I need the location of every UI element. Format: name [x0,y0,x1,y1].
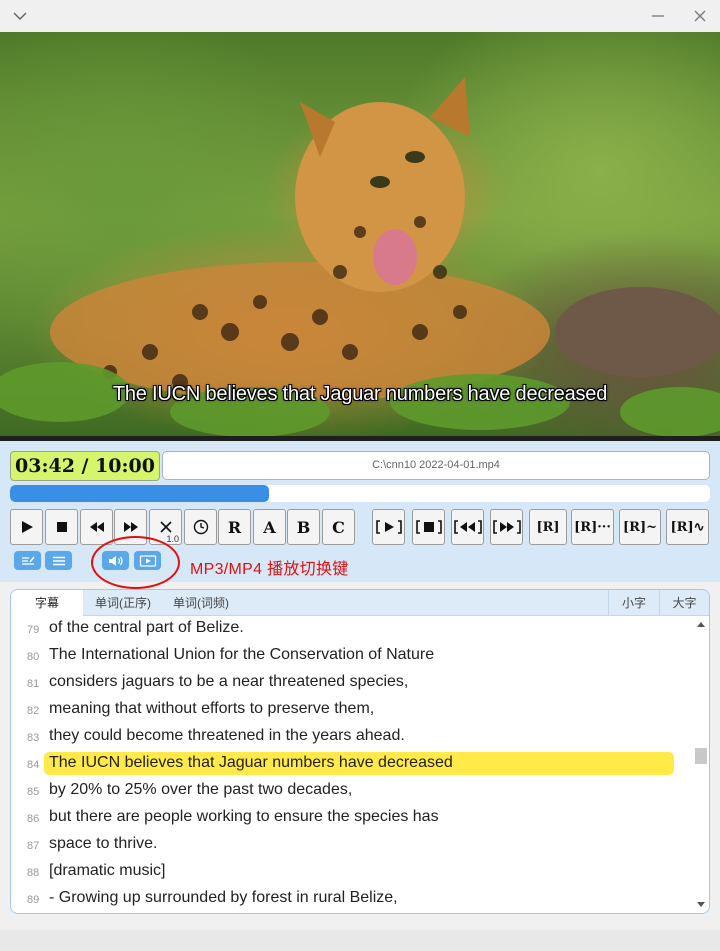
forward-icon [123,522,138,532]
large-font-button[interactable]: 大字 [660,590,709,616]
line-number: 86 [27,813,40,825]
scroll-thumb[interactable] [695,748,707,764]
play-icon [21,521,33,533]
transcript-row[interactable]: 81 considers jaguars to be a near threate… [11,670,693,697]
repeat-stop-button[interactable] [412,509,445,545]
small-font-button[interactable]: 小字 [609,590,659,616]
repeat-forward-button[interactable] [490,509,523,545]
title-bar [0,0,720,32]
transcript-text: - Growing up surrounded by forest in rur… [49,889,398,906]
transcript-row[interactable]: 88 [dramatic music] [11,859,693,886]
bracket-stop-icon [415,520,442,534]
repeat-r-button[interactable]: [R] [529,509,567,545]
clock-icon [193,519,208,535]
rewind-icon [89,522,104,532]
file-path[interactable]: C:\cnn10 2022-04-01.mp4 [162,451,710,480]
play-button[interactable] [10,509,43,545]
line-number: 82 [27,705,40,717]
annotation-label: MP3/MP4 播放切换键 [190,561,349,578]
progress-bar[interactable] [10,485,710,502]
progress-fill [10,485,269,502]
status-strip [0,930,720,951]
transcript-text: by 20% to 25% over the past two decades, [49,781,353,798]
repeat-play-button[interactable] [372,509,405,545]
transcript-row-current[interactable]: 84 The IUCN believes that Jaguar numbers … [11,751,693,778]
transcript-text: space to thrive. [49,835,158,852]
transcript-row[interactable]: 85 by 20% to 25% over the past two decade… [11,778,693,805]
transcript-text: but there are people working to ensure t… [49,808,439,825]
video-player[interactable]: The IUCN believes that Jaguar numbers ha… [0,32,720,436]
video-subtitle: The IUCN believes that Jaguar numbers ha… [112,383,608,405]
scrollbar[interactable] [693,616,709,913]
line-number: 87 [27,840,40,852]
line-number: 79 [27,624,40,636]
c-button[interactable]: C [322,509,355,545]
line-number: 80 [27,651,40,663]
line-number: 88 [27,867,40,879]
jaguar-image [0,77,720,436]
transcript-row[interactable]: 83 they could become threatened in the ye… [11,724,693,751]
scroll-down-icon[interactable] [697,902,705,907]
rewind-button[interactable] [80,509,113,545]
chevron-down-icon[interactable] [2,0,38,32]
r-button[interactable]: R [218,509,251,545]
list-icon [52,556,65,565]
list-button[interactable] [45,551,72,570]
transcript-row[interactable]: 82 meaning that without efforts to preser… [11,697,693,724]
repeat-r-dots-button[interactable]: [R]··· [571,509,614,545]
transcript-text: [dramatic music] [49,862,166,879]
stop-button[interactable] [45,509,78,545]
close-icon[interactable] [682,0,718,32]
line-number: 81 [27,678,40,690]
scroll-up-icon[interactable] [697,622,705,627]
repeat-r-wave-button[interactable]: [R]∿ [666,509,709,545]
close-x-icon [159,521,172,533]
transcript-text: of the central part of Belize. [49,619,244,636]
tab-words-order[interactable]: 单词(正序) [85,590,161,616]
transcript-row[interactable]: 86 but there are people working to ensure… [11,805,693,832]
repeat-rewind-button[interactable] [451,509,484,545]
transcript-row[interactable]: 79 of the central part of Belize. [11,616,693,643]
time-display: 03:42 / 10:00 [10,451,160,481]
line-number: 84 [27,759,40,771]
edit-note-icon [21,556,35,565]
transcript-row[interactable]: 80 The International Union for the Conser… [11,643,693,670]
transcript-text: The International Union for the Conserva… [49,646,435,663]
minimize-icon[interactable] [640,0,676,32]
line-number: 85 [27,786,40,798]
stop-icon [56,522,67,532]
repeat-r-tilde-button[interactable]: [R]~ [619,509,661,545]
tab-words-frequency[interactable]: 单词(词频) [161,590,241,616]
transcript-panel: 字幕 单词(正序) 单词(词频) 小字 大字 79 of the central … [10,589,710,914]
a-button[interactable]: A [253,509,286,545]
line-number: 89 [27,894,40,906]
transcript-row[interactable]: 89 - Growing up surrounded by forest in r… [11,886,693,913]
timer-button[interactable] [184,509,217,545]
transcript-row[interactable]: 87 space to thrive. [11,832,693,859]
transcript-text: meaning that without efforts to preserve… [49,700,375,717]
transcript-text: considers jaguars to be a near threatene… [49,673,409,690]
line-number: 83 [27,732,40,744]
b-button[interactable]: B [287,509,320,545]
tab-bar: 字幕 单词(正序) 单词(词频) 小字 大字 [11,590,709,616]
bracket-play-icon [375,520,402,534]
annotation-circle [91,536,180,589]
bracket-forward-icon [492,520,521,534]
transcript-text: The IUCN believes that Jaguar numbers ha… [49,754,453,771]
tab-subtitles[interactable]: 字幕 [11,590,83,616]
transcript-text: they could become threatened in the year… [49,727,405,744]
speed-value: 1.0 [166,534,179,544]
bracket-rewind-icon [453,520,482,534]
edit-note-button[interactable] [14,551,41,570]
